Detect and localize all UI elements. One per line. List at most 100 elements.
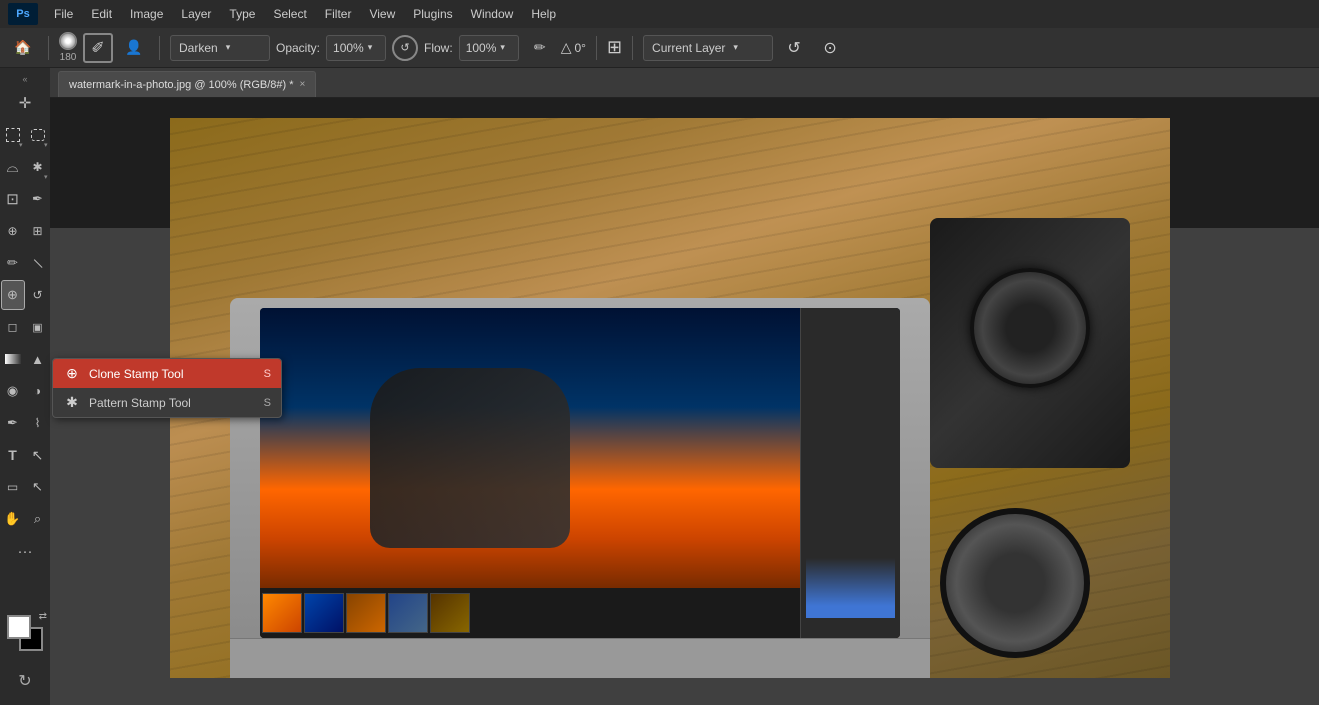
tool-direct-select[interactable]: ↖ xyxy=(26,472,50,502)
menu-view[interactable]: View xyxy=(361,4,403,24)
tool-move[interactable]: ✛ xyxy=(7,88,43,118)
tool-zoom[interactable]: ⌕ xyxy=(26,504,50,534)
tool-burn[interactable]: ◑ xyxy=(26,376,50,406)
lasso-marquee-arrow: ▾ xyxy=(44,141,48,149)
tool-rect-marquee[interactable]: ▾ xyxy=(1,120,25,150)
color-selector[interactable]: ⇄ xyxy=(7,615,43,651)
lasso-icon: ⌓ xyxy=(7,159,19,176)
tab-bar: watermark-in-a-photo.jpg @ 100% (RGB/8#)… xyxy=(50,68,1319,98)
menu-layer[interactable]: Layer xyxy=(173,4,219,24)
brush-mode-icon[interactable]: ✐ xyxy=(83,33,113,63)
flow-label: Flow: xyxy=(424,41,453,55)
blur-icon: ▲ xyxy=(31,352,44,367)
foreground-color[interactable] xyxy=(7,615,31,639)
swap-colors-icon[interactable]: ⇄ xyxy=(39,611,47,622)
opacity-value: 100% xyxy=(333,41,364,55)
menu-filter[interactable]: Filter xyxy=(317,4,360,24)
tool-hand[interactable]: ✋ xyxy=(1,504,25,534)
tool-eyedropper[interactable]: ✒ xyxy=(26,184,50,214)
stylus-btn[interactable]: ✏ xyxy=(525,33,555,63)
layer-dropdown[interactable]: Current Layer ▾ xyxy=(643,35,773,61)
tab-close-button[interactable]: × xyxy=(300,79,306,90)
tool-gradient[interactable] xyxy=(1,344,25,374)
flow-value-box[interactable]: 100% ▾ xyxy=(459,35,519,61)
brush-preview xyxy=(59,32,77,50)
tool-pencil[interactable]: | xyxy=(26,248,50,278)
tool-bg-eraser[interactable]: ▣ xyxy=(26,312,50,342)
menu-select[interactable]: Select xyxy=(265,4,314,24)
zoom-icon: ⌕ xyxy=(34,511,41,527)
separator-3 xyxy=(596,36,597,60)
toolbar-collapse[interactable]: « xyxy=(0,72,50,86)
tool-freeform-pen[interactable]: ⌇ xyxy=(26,408,50,438)
tool-blur[interactable]: ▲ xyxy=(26,344,50,374)
tool-pen[interactable]: ✒ xyxy=(1,408,25,438)
menu-bar: Ps File Edit Image Layer Type Select Fil… xyxy=(0,0,1319,28)
tool-clone-stamp[interactable]: ⊕ xyxy=(1,280,25,310)
flyout-clone-stamp[interactable]: ⊕ Clone Stamp Tool S xyxy=(53,359,281,388)
brush-icon: ✏ xyxy=(7,255,18,271)
flow-arrow: ▾ xyxy=(500,42,505,53)
pattern-stamp-shortcut: S xyxy=(264,397,271,409)
tool-shape[interactable]: ▭ xyxy=(1,472,25,502)
home-button[interactable]: 🏠 xyxy=(8,33,38,63)
layer-value: Current Layer xyxy=(652,41,725,55)
tool-more[interactable]: ··· xyxy=(7,536,43,566)
rect-marquee-arrow: ▾ xyxy=(19,141,23,149)
tool-flyout-menu: ⊕ Clone Stamp Tool S ✱ Pattern Stamp Too… xyxy=(52,358,282,418)
clone-stamp-flyout-icon: ⊕ xyxy=(63,365,81,382)
rotate-icon[interactable]: ↻ xyxy=(18,671,31,691)
tool-spot-heal[interactable]: ⊕ xyxy=(1,216,25,246)
menu-edit[interactable]: Edit xyxy=(83,4,120,24)
menu-help[interactable]: Help xyxy=(523,4,564,24)
menu-file[interactable]: File xyxy=(46,4,81,24)
layer-arrow: ▾ xyxy=(733,42,738,53)
path-select-icon: ↖ xyxy=(32,447,44,464)
hand-icon: ✋ xyxy=(4,511,20,527)
tool-lasso[interactable]: ⌓ xyxy=(1,152,25,182)
lasso-marquee-icon xyxy=(31,129,45,141)
tool-path-select[interactable]: ↖ xyxy=(26,440,50,470)
canvas-image xyxy=(170,118,1170,678)
tool-type[interactable]: T xyxy=(1,440,25,470)
menu-image[interactable]: Image xyxy=(122,4,171,24)
tool-brush[interactable]: ✏ xyxy=(1,248,25,278)
flyout-pattern-stamp[interactable]: ✱ Pattern Stamp Tool S xyxy=(53,388,281,417)
target-icon[interactable]: ⊙ xyxy=(815,33,845,63)
more-icon: ··· xyxy=(18,543,33,560)
menu-plugins[interactable]: Plugins xyxy=(405,4,460,24)
direct-select-icon: ↖ xyxy=(32,479,43,495)
separator-1 xyxy=(48,36,49,60)
toolbar: « ✛ ▾ ▾ ⌓ ✱ ▾ xyxy=(0,68,50,705)
tool-patch[interactable]: ⊞ xyxy=(26,216,50,246)
opacity-reset-btn[interactable]: ↺ xyxy=(392,35,418,61)
canvas-tab[interactable]: watermark-in-a-photo.jpg @ 100% (RGB/8#)… xyxy=(58,71,316,97)
menu-type[interactable]: Type xyxy=(221,4,263,24)
brush-type-icon[interactable]: 👤 xyxy=(119,33,149,63)
magic-wand-arrow: ▾ xyxy=(44,173,48,181)
angle-value: 0° xyxy=(574,41,585,55)
opacity-value-box[interactable]: 100% ▾ xyxy=(326,35,386,61)
eraser-icon: ◻ xyxy=(8,320,18,334)
tool-eraser[interactable]: ◻ xyxy=(1,312,25,342)
menu-window[interactable]: Window xyxy=(463,4,522,24)
blend-mode-value: Darken xyxy=(179,41,218,55)
tool-dodge[interactable]: ◉ xyxy=(1,376,25,406)
separator-2 xyxy=(159,36,160,60)
magic-wand-icon: ✱ xyxy=(32,160,42,174)
tool-magic-wand[interactable]: ✱ ▾ xyxy=(26,152,50,182)
angle-control[interactable]: △ 0° xyxy=(561,39,586,56)
dodge-icon: ◉ xyxy=(7,383,18,399)
tool-crop[interactable]: ⊡ xyxy=(1,184,25,214)
blend-mode-arrow: ▾ xyxy=(226,42,231,53)
brush-size-control[interactable]: 180 xyxy=(59,32,77,63)
pattern-stamp-flyout-icon: ✱ xyxy=(63,394,81,411)
clone-stamp-shortcut: S xyxy=(264,368,271,380)
reset-icon[interactable]: ↺ xyxy=(779,33,809,63)
rect-marquee-icon xyxy=(6,128,20,142)
patch-icon: ⊞ xyxy=(32,224,42,238)
tool-lasso-marquee[interactable]: ▾ xyxy=(26,120,50,150)
blend-mode-dropdown[interactable]: Darken ▾ xyxy=(170,35,270,61)
sample-icon[interactable]: ⊞ xyxy=(607,37,622,58)
tool-history-brush[interactable]: ↺ xyxy=(26,280,50,310)
